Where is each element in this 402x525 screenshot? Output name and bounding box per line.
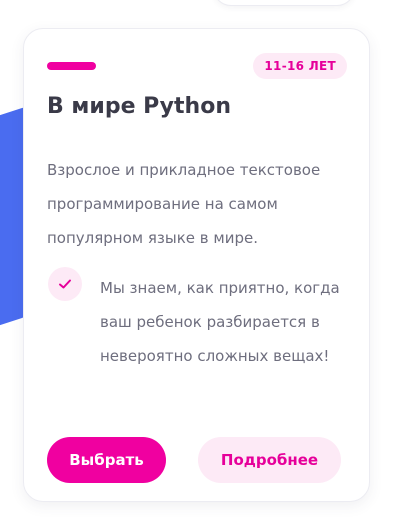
age-badge: 11-16 ЛЕТ: [253, 53, 347, 79]
course-description: Взрослое и прикладное текстовое программ…: [47, 161, 321, 247]
feature-check-badge: [48, 267, 82, 301]
page: 11-16 ЛЕТ В мире Python Взрослое и прикл…: [0, 0, 402, 525]
select-button[interactable]: Выбрать: [47, 437, 166, 483]
accent-bar: [47, 62, 96, 70]
feature-text: Мы знаем, как приятно, когда ваш ребенок…: [100, 279, 340, 365]
details-button[interactable]: Подробнее: [198, 437, 341, 483]
course-title: В мире Python: [47, 94, 231, 119]
course-card: 11-16 ЛЕТ В мире Python Взрослое и прикл…: [23, 28, 370, 502]
check-icon: [59, 279, 71, 289]
previous-card-edge: [213, 0, 355, 6]
